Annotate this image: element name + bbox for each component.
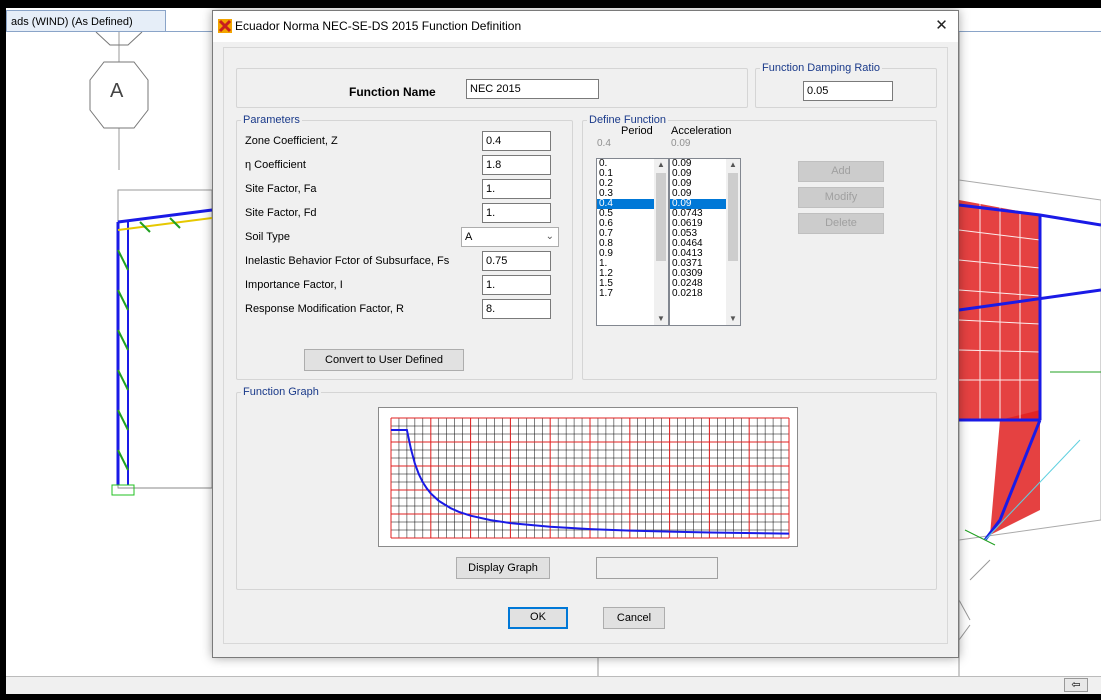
scroll-up-icon[interactable]: ▲ bbox=[654, 159, 668, 171]
site-factor-fa-input[interactable]: 1. bbox=[482, 179, 551, 199]
dialog-body: Function Name NEC 2015 Function Damping … bbox=[223, 47, 948, 644]
function-definition-dialog: Ecuador Norma NEC-SE-DS 2015 Function De… bbox=[212, 10, 959, 658]
scroll-up-icon[interactable]: ▲ bbox=[726, 159, 740, 171]
scroll-down-icon[interactable]: ▼ bbox=[726, 313, 740, 325]
parameters-group: Parameters Zone Coefficient, Z 0.4 η Coe… bbox=[236, 114, 573, 380]
dialog-title: Ecuador Norma NEC-SE-DS 2015 Function De… bbox=[235, 19, 522, 33]
add-button[interactable]: Add bbox=[798, 161, 884, 182]
title-bar[interactable]: Ecuador Norma NEC-SE-DS 2015 Function De… bbox=[213, 11, 958, 42]
scroll-down-icon[interactable]: ▼ bbox=[654, 313, 668, 325]
soil-type-value: A bbox=[465, 231, 473, 243]
function-graph-label: Function Graph bbox=[241, 386, 321, 398]
zone-coefficient-label: Zone Coefficient, Z bbox=[245, 135, 338, 147]
status-bar bbox=[6, 676, 1101, 694]
acceleration-column-header: Acceleration bbox=[671, 125, 732, 137]
cancel-button[interactable]: Cancel bbox=[603, 607, 665, 629]
site-factor-fd-input[interactable]: 1. bbox=[482, 203, 551, 223]
function-graph bbox=[378, 407, 798, 547]
acceleration-scrollbar[interactable]: ▲ ▼ bbox=[726, 159, 740, 325]
scroll-thumb[interactable] bbox=[728, 173, 738, 261]
damping-ratio-label: Function Damping Ratio bbox=[760, 62, 883, 74]
eta-coefficient-label: η Coefficient bbox=[245, 159, 306, 171]
zone-coefficient-input[interactable]: 0.4 bbox=[482, 131, 551, 151]
function-graph-plot bbox=[390, 417, 790, 539]
eta-coefficient-input[interactable]: 1.8 bbox=[482, 155, 551, 175]
importance-factor-label: Importance Factor, I bbox=[245, 279, 343, 291]
display-graph-button[interactable]: Display Graph bbox=[456, 557, 550, 579]
function-graph-group: Function Graph Display Graph bbox=[236, 386, 937, 590]
function-name-label: Function Name bbox=[349, 85, 436, 99]
convert-to-user-defined-button[interactable]: Convert to User Defined bbox=[304, 349, 464, 371]
damping-ratio-group: Function Damping Ratio 0.05 bbox=[755, 62, 937, 108]
acceleration-listbox[interactable]: 0.09 0.09 0.09 0.09 0.09 0.0743 0.0619 0.053 0.0… bbox=[669, 158, 741, 326]
function-name-group: Function Name NEC 2015 bbox=[236, 68, 748, 108]
close-button[interactable]: ✕ bbox=[925, 11, 958, 42]
importance-factor-input[interactable]: 1. bbox=[482, 275, 551, 295]
chevron-down-icon: ⌄ bbox=[545, 231, 554, 242]
modify-button[interactable]: Modify bbox=[798, 187, 884, 208]
period-column-header: Period bbox=[621, 125, 653, 137]
inelastic-factor-input[interactable]: 0.75 bbox=[482, 251, 551, 271]
period-listbox[interactable]: 0. 0.1 0.2 0.3 0.4 0.5 0.6 0.7 0.8 0.9 1. 1.2 1.5 1.7… bbox=[596, 158, 669, 326]
parameters-label: Parameters bbox=[241, 114, 302, 126]
ok-button[interactable]: OK bbox=[508, 607, 568, 629]
site-factor-fa-label: Site Factor, Fa bbox=[245, 183, 317, 195]
delete-button[interactable]: Delete bbox=[798, 213, 884, 234]
damping-ratio-input[interactable]: 0.05 bbox=[803, 81, 893, 101]
soil-type-select[interactable]: A ⌄ bbox=[461, 227, 559, 247]
inelastic-factor-label: Inelastic Behavior Fctor of Subsurface, … bbox=[245, 255, 450, 267]
view-tab[interactable]: ads (WIND) (As Defined) bbox=[6, 10, 166, 32]
period-entry-field[interactable]: 0.4 bbox=[597, 138, 611, 149]
period-scrollbar[interactable]: ▲ ▼ bbox=[654, 159, 668, 325]
grid-bubble-label: A bbox=[110, 80, 124, 102]
soil-type-label: Soil Type bbox=[245, 231, 291, 243]
app-logo-icon bbox=[218, 19, 232, 33]
define-function-group: Define Function Period Acceleration 0.4 … bbox=[582, 114, 937, 380]
response-modification-input[interactable]: 8. bbox=[482, 299, 551, 319]
graph-status-box bbox=[596, 557, 718, 579]
acceleration-list-item[interactable]: 0.0218 bbox=[670, 289, 727, 299]
function-name-input[interactable]: NEC 2015 bbox=[466, 79, 599, 99]
period-list-item[interactable]: 1.7 bbox=[597, 289, 654, 299]
response-modification-label: Response Modification Factor, R bbox=[245, 303, 404, 315]
back-arrow-button[interactable]: ⇦ bbox=[1064, 678, 1088, 692]
site-factor-fd-label: Site Factor, Fd bbox=[245, 207, 317, 219]
acceleration-entry-field[interactable]: 0.09 bbox=[671, 138, 690, 149]
scroll-thumb[interactable] bbox=[656, 173, 666, 261]
